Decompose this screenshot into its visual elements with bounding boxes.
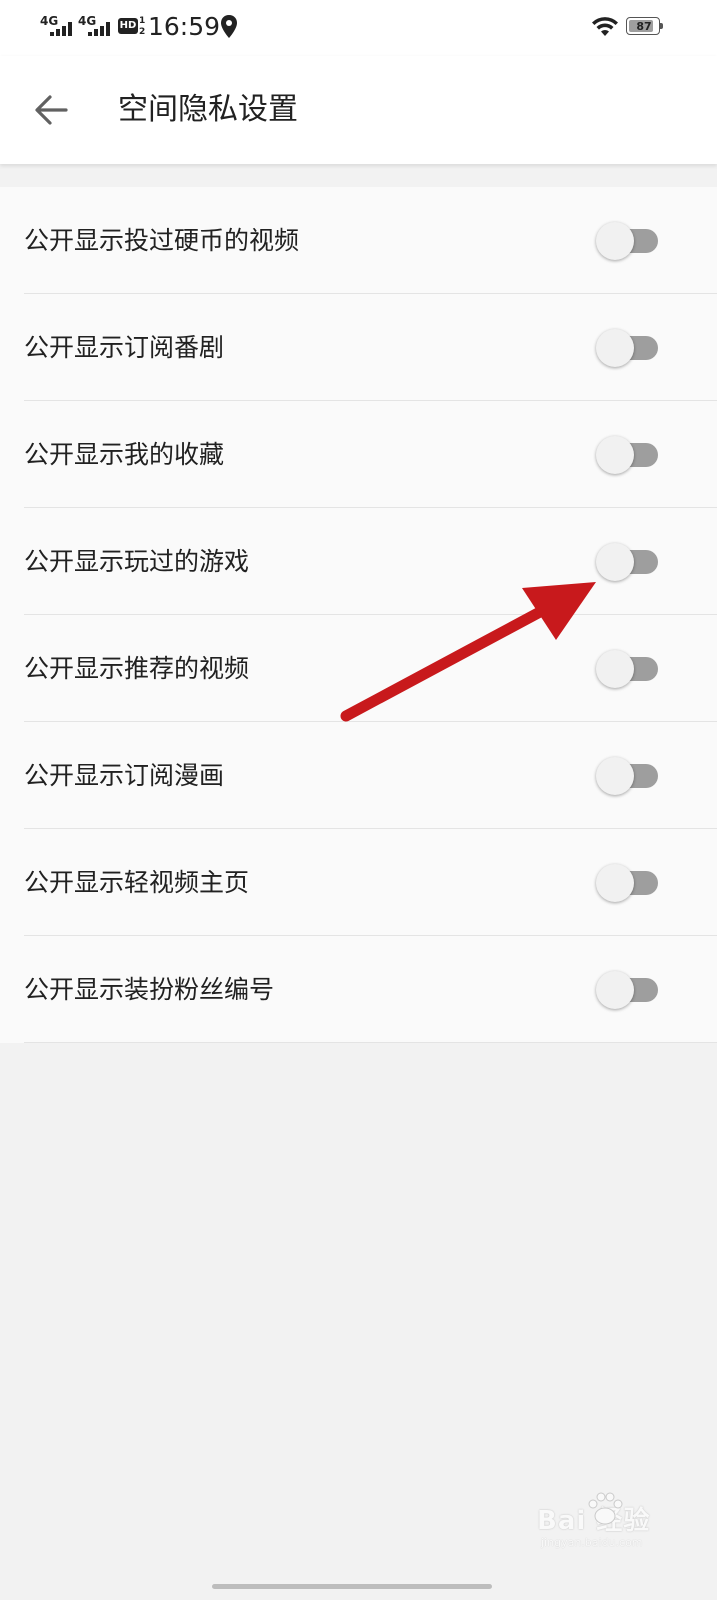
setting-row[interactable]: 公开显示订阅番剧	[0, 294, 717, 401]
baidu-jingyan-watermark: Bai 经验 jingyan.baidu.com	[537, 1490, 687, 1560]
privacy-toggle-switch[interactable]	[596, 221, 660, 261]
status-bar: 4G 4G HD 1 2 16:59 87	[0, 0, 717, 56]
setting-row[interactable]: 公开显示装扮粉丝编号	[0, 936, 717, 1043]
privacy-toggle-switch[interactable]	[596, 756, 660, 796]
setting-row[interactable]: 公开显示订阅漫画	[0, 722, 717, 829]
toggle-thumb	[596, 329, 634, 367]
paw-icon	[588, 1492, 623, 1525]
battery-icon: 87	[626, 17, 664, 37]
hd-voice-icon: HD 1 2	[118, 16, 146, 38]
signal-icon	[88, 22, 110, 36]
toggle-thumb	[596, 971, 634, 1009]
setting-row[interactable]: 公开显示轻视频主页	[0, 829, 717, 936]
setting-row[interactable]: 公开显示推荐的视频	[0, 615, 717, 722]
hd-sub-label: 1 2	[139, 16, 146, 37]
privacy-settings-list: 公开显示投过硬币的视频 公开显示订阅番剧 公开显示我的收藏 公开显示玩过的游戏 公开显示…	[0, 187, 717, 1043]
privacy-toggle-switch[interactable]	[596, 435, 660, 475]
home-indicator[interactable]	[212, 1584, 492, 1589]
status-time: 16:59	[148, 12, 221, 41]
setting-label: 公开显示轻视频主页	[24, 868, 250, 897]
setting-label: 公开显示推荐的视频	[24, 654, 250, 683]
arrow-left-icon	[35, 95, 68, 125]
privacy-toggle-switch[interactable]	[596, 328, 660, 368]
app-bar: 空间隐私设置	[0, 56, 717, 164]
privacy-toggle-switch[interactable]	[596, 863, 660, 903]
toggle-thumb	[596, 222, 634, 260]
battery-tip	[660, 23, 663, 29]
signal-icon	[50, 22, 72, 36]
setting-label: 公开显示玩过的游戏	[24, 547, 250, 576]
privacy-toggle-switch[interactable]	[596, 649, 660, 689]
setting-row[interactable]: 公开显示我的收藏	[0, 401, 717, 508]
toggle-thumb	[596, 543, 634, 581]
setting-label: 公开显示订阅漫画	[24, 761, 225, 790]
watermark-url: jingyan.baidu.com	[541, 1536, 643, 1549]
battery-body: 87	[626, 17, 660, 35]
setting-label: 公开显示订阅番剧	[24, 333, 225, 362]
toggle-thumb	[596, 864, 634, 902]
back-button[interactable]	[24, 82, 80, 138]
setting-label: 公开显示我的收藏	[24, 440, 225, 469]
sim2-signal: 4G	[78, 14, 114, 38]
sim1-signal: 4G	[40, 14, 76, 38]
page-title: 空间隐私设置	[118, 92, 298, 127]
wifi-icon	[592, 17, 618, 36]
setting-label: 公开显示装扮粉丝编号	[24, 975, 275, 1004]
toggle-thumb	[596, 650, 634, 688]
privacy-toggle-switch[interactable]	[596, 542, 660, 582]
toggle-thumb	[596, 757, 634, 795]
hd-label: HD	[118, 18, 138, 34]
location-icon	[221, 15, 237, 38]
setting-row[interactable]: 公开显示投过硬币的视频	[0, 187, 717, 294]
toggle-thumb	[596, 436, 634, 474]
setting-row[interactable]: 公开显示玩过的游戏	[0, 508, 717, 615]
setting-label: 公开显示投过硬币的视频	[24, 226, 300, 255]
battery-level: 87	[636, 20, 652, 33]
privacy-toggle-switch[interactable]	[596, 970, 660, 1010]
